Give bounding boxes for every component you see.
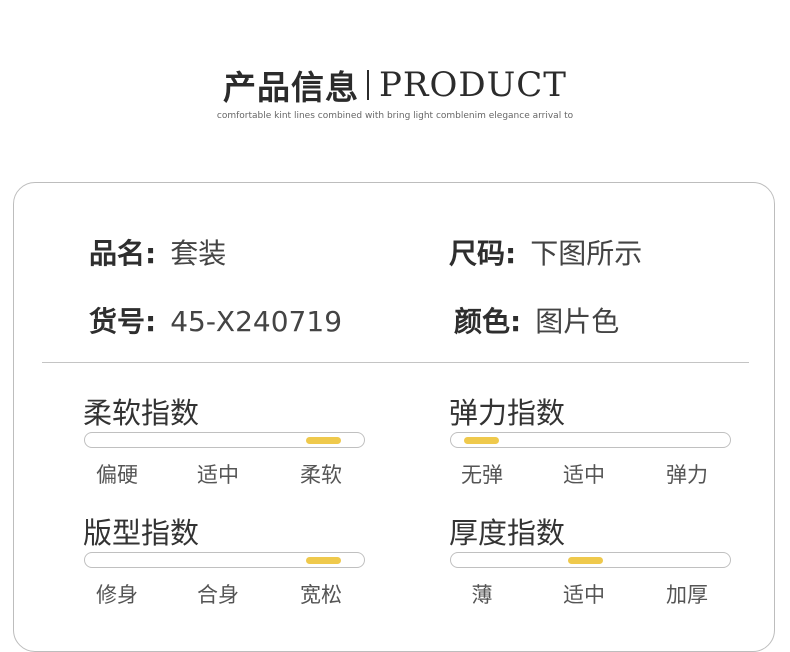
fit-label-high: 宽松 (300, 583, 342, 607)
info-size: 尺码: 下图所示 (449, 232, 642, 272)
title-separator (367, 70, 370, 100)
softness-index-title: 柔软指数 (83, 396, 200, 430)
sku-value: 45-X240719 (170, 305, 343, 338)
title-english: PRODUCT (379, 65, 567, 105)
color-value: 图片色 (535, 305, 620, 338)
fit-label-mid: 合身 (197, 583, 239, 607)
thickness-label-low: 薄 (471, 583, 493, 607)
subtitle: comfortable kint lines combined with bri… (216, 111, 574, 121)
section-divider (42, 362, 749, 363)
softness-label-mid: 适中 (197, 463, 239, 487)
softness-index-indicator (306, 437, 342, 444)
product-name-value: 套装 (170, 237, 227, 270)
fit-index-indicator (306, 557, 342, 564)
size-value: 下图所示 (530, 237, 643, 270)
elasticity-label-high: 弹力 (666, 463, 708, 487)
elasticity-index-title: 弹力指数 (449, 396, 566, 430)
elasticity-label-low: 无弹 (461, 463, 503, 487)
fit-label-low: 修身 (96, 583, 138, 607)
title-chinese: 产品信息 (223, 68, 360, 107)
thickness-index-track (450, 552, 731, 568)
info-sku: 货号: 45-X240719 (89, 300, 342, 340)
product-name-label: 品名: (89, 237, 157, 270)
info-product-name: 品名: 套装 (89, 232, 226, 272)
softness-label-low: 偏硬 (96, 463, 138, 487)
elasticity-label-mid: 适中 (563, 463, 605, 487)
info-color: 颜色: 图片色 (454, 300, 619, 340)
softness-index-track (84, 432, 365, 448)
thickness-label-mid: 适中 (563, 583, 605, 607)
sku-label: 货号: (89, 305, 157, 338)
thickness-index-indicator (568, 557, 604, 564)
elasticity-index-track (450, 432, 731, 448)
color-label: 颜色: (454, 305, 522, 338)
title-row: 产品信息 PRODUCT (0, 62, 790, 108)
fit-index-title: 版型指数 (83, 516, 200, 550)
thickness-label-high: 加厚 (666, 583, 708, 607)
softness-label-high: 柔软 (300, 463, 342, 487)
size-label: 尺码: (449, 237, 517, 270)
thickness-index-title: 厚度指数 (449, 516, 566, 550)
page-header: 产品信息 PRODUCT comfortable kint lines comb… (0, 62, 790, 121)
fit-index-track (84, 552, 365, 568)
elasticity-index-indicator (464, 437, 500, 444)
